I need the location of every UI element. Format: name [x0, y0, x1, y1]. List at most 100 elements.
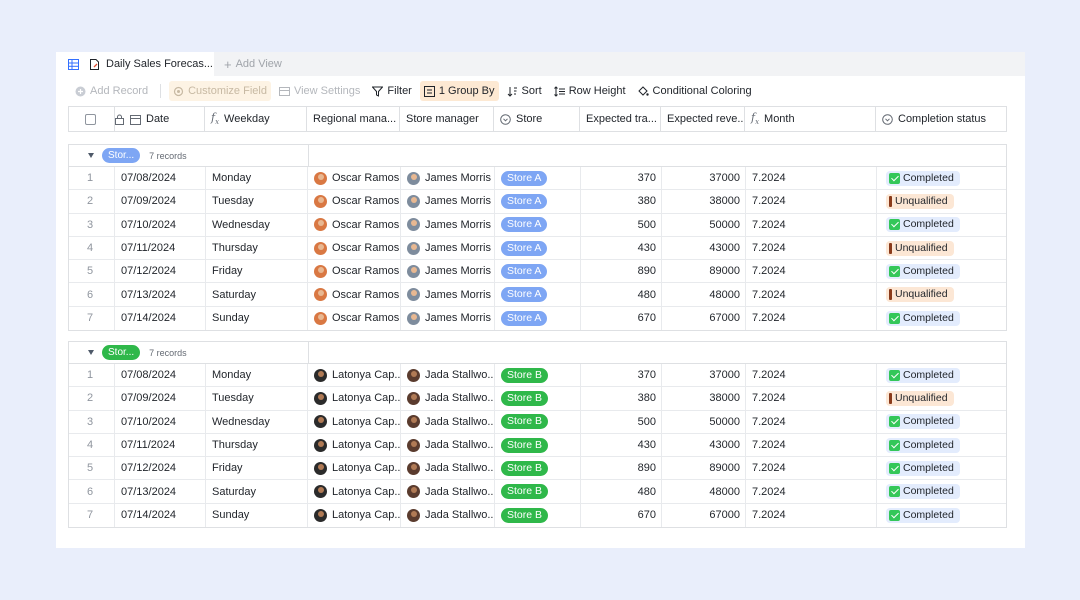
- expected-traffic-cell[interactable]: 500: [581, 213, 662, 236]
- completion-status-cell[interactable]: Completed: [877, 167, 1006, 189]
- table-row[interactable]: 1 07/08/2024 Monday Oscar Ramos James Mo…: [69, 167, 1006, 191]
- weekday-cell[interactable]: Tuesday: [206, 387, 308, 410]
- weekday-cell[interactable]: Sunday: [206, 503, 308, 528]
- table-row[interactable]: 6 07/13/2024 Saturday Oscar Ramos James …: [69, 283, 1006, 307]
- row-height-button[interactable]: Row Height: [550, 81, 630, 101]
- store-cell[interactable]: Store A: [495, 306, 581, 331]
- expected-revenue-cell[interactable]: 50000: [662, 213, 746, 236]
- table-row[interactable]: 5 07/12/2024 Friday Latonya Cap... Jada …: [69, 457, 1006, 481]
- month-cell[interactable]: 7.2024: [746, 283, 877, 306]
- date-cell[interactable]: 07/14/2024: [115, 306, 206, 331]
- month-cell[interactable]: 7.2024: [746, 503, 877, 528]
- expected-revenue-cell[interactable]: 67000: [662, 503, 746, 528]
- column-header-regional-manager[interactable]: Regional mana...: [307, 107, 400, 131]
- store-manager-cell[interactable]: Jada Stallwo...: [401, 364, 495, 387]
- column-header-expected-traffic[interactable]: Expected tra...: [580, 107, 661, 131]
- expected-traffic-cell[interactable]: 430: [581, 236, 662, 260]
- completion-status-cell[interactable]: Completed: [877, 434, 1006, 456]
- caret-down-icon[interactable]: [88, 350, 94, 355]
- completion-status-cell[interactable]: Unqualified: [877, 387, 1006, 409]
- expected-revenue-cell[interactable]: 50000: [662, 410, 746, 433]
- table-row[interactable]: 4 07/11/2024 Thursday Oscar Ramos James …: [69, 236, 1006, 261]
- expected-traffic-cell[interactable]: 670: [581, 503, 662, 528]
- date-cell[interactable]: 07/12/2024: [115, 260, 206, 283]
- weekday-cell[interactable]: Tuesday: [206, 190, 308, 213]
- regional-manager-cell[interactable]: Oscar Ramos: [308, 213, 401, 236]
- group-header[interactable]: Stor... 7 records: [69, 145, 1006, 167]
- month-cell[interactable]: 7.2024: [746, 236, 877, 260]
- date-cell[interactable]: 07/09/2024: [115, 190, 206, 213]
- expected-revenue-cell[interactable]: 89000: [662, 457, 746, 480]
- column-header-store-manager[interactable]: Store manager: [400, 107, 494, 131]
- table-row[interactable]: 5 07/12/2024 Friday Oscar Ramos James Mo…: [69, 260, 1006, 284]
- store-cell[interactable]: Store B: [495, 387, 581, 410]
- completion-status-cell[interactable]: Completed: [877, 307, 1006, 330]
- date-cell[interactable]: 07/13/2024: [115, 283, 206, 306]
- table-row[interactable]: 1 07/08/2024 Monday Latonya Cap... Jada …: [69, 364, 1006, 388]
- expected-traffic-cell[interactable]: 890: [581, 260, 662, 283]
- regional-manager-cell[interactable]: Latonya Cap...: [308, 503, 401, 528]
- column-header-month[interactable]: fx Month: [745, 107, 876, 131]
- month-cell[interactable]: 7.2024: [746, 190, 877, 213]
- month-cell[interactable]: 7.2024: [746, 410, 877, 433]
- expected-traffic-cell[interactable]: 670: [581, 306, 662, 331]
- store-cell[interactable]: Store B: [495, 457, 581, 480]
- expected-traffic-cell[interactable]: 890: [581, 457, 662, 480]
- store-cell[interactable]: Store B: [495, 410, 581, 433]
- store-manager-cell[interactable]: James Morris: [401, 236, 495, 260]
- regional-manager-cell[interactable]: Oscar Ramos: [308, 283, 401, 306]
- store-manager-cell[interactable]: Jada Stallwo...: [401, 410, 495, 433]
- regional-manager-cell[interactable]: Latonya Cap...: [308, 364, 401, 387]
- completion-status-cell[interactable]: Unqualified: [877, 190, 1006, 212]
- store-cell[interactable]: Store B: [495, 433, 581, 457]
- month-cell[interactable]: 7.2024: [746, 457, 877, 480]
- store-manager-cell[interactable]: Jada Stallwo...: [401, 480, 495, 503]
- expected-revenue-cell[interactable]: 37000: [662, 167, 746, 190]
- date-cell[interactable]: 07/09/2024: [115, 387, 206, 410]
- select-all-checkbox[interactable]: [85, 113, 96, 125]
- regional-manager-cell[interactable]: Oscar Ramos: [308, 236, 401, 260]
- month-cell[interactable]: 7.2024: [746, 167, 877, 190]
- expected-revenue-cell[interactable]: 89000: [662, 260, 746, 283]
- store-cell[interactable]: Store A: [495, 213, 581, 236]
- table-row[interactable]: 3 07/10/2024 Wednesday Latonya Cap... Ja…: [69, 410, 1006, 434]
- store-cell[interactable]: Store B: [495, 503, 581, 528]
- column-header-store[interactable]: Store: [494, 107, 580, 131]
- completion-status-cell[interactable]: Completed: [877, 214, 1006, 236]
- expected-traffic-cell[interactable]: 480: [581, 283, 662, 306]
- table-row[interactable]: 3 07/10/2024 Wednesday Oscar Ramos James…: [69, 213, 1006, 237]
- store-manager-cell[interactable]: Jada Stallwo...: [401, 387, 495, 410]
- store-manager-cell[interactable]: James Morris: [401, 283, 495, 306]
- table-row[interactable]: 2 07/09/2024 Tuesday Latonya Cap... Jada…: [69, 387, 1006, 411]
- completion-status-cell[interactable]: Completed: [877, 411, 1006, 433]
- date-cell[interactable]: 07/10/2024: [115, 410, 206, 433]
- regional-manager-cell[interactable]: Latonya Cap...: [308, 457, 401, 480]
- tab-daily-sales-forecast[interactable]: Daily Sales Forecas...: [56, 52, 214, 76]
- store-cell[interactable]: Store A: [495, 283, 581, 306]
- store-cell[interactable]: Store A: [495, 190, 581, 213]
- table-row[interactable]: 4 07/11/2024 Thursday Latonya Cap... Jad…: [69, 433, 1006, 458]
- table-row[interactable]: 7 07/14/2024 Sunday Latonya Cap... Jada …: [69, 503, 1006, 528]
- weekday-cell[interactable]: Saturday: [206, 480, 308, 503]
- table-row[interactable]: 6 07/13/2024 Saturday Latonya Cap... Jad…: [69, 480, 1006, 504]
- filter-button[interactable]: Filter: [368, 81, 415, 101]
- view-settings-button[interactable]: View Settings: [275, 81, 364, 101]
- date-cell[interactable]: 07/12/2024: [115, 457, 206, 480]
- date-cell[interactable]: 07/14/2024: [115, 503, 206, 528]
- store-cell[interactable]: Store A: [495, 236, 581, 260]
- regional-manager-cell[interactable]: Latonya Cap...: [308, 387, 401, 410]
- store-cell[interactable]: Store B: [495, 480, 581, 503]
- regional-manager-cell[interactable]: Oscar Ramos: [308, 190, 401, 213]
- weekday-cell[interactable]: Friday: [206, 457, 308, 480]
- regional-manager-cell[interactable]: Oscar Ramos: [308, 167, 401, 190]
- caret-down-icon[interactable]: [88, 153, 94, 158]
- expected-revenue-cell[interactable]: 43000: [662, 236, 746, 260]
- date-cell[interactable]: 07/08/2024: [115, 364, 206, 387]
- date-cell[interactable]: 07/08/2024: [115, 167, 206, 190]
- expected-revenue-cell[interactable]: 38000: [662, 190, 746, 213]
- date-cell[interactable]: 07/11/2024: [115, 433, 206, 457]
- expected-traffic-cell[interactable]: 430: [581, 433, 662, 457]
- expected-revenue-cell[interactable]: 48000: [662, 283, 746, 306]
- add-view-button[interactable]: + Add View: [224, 52, 282, 76]
- month-cell[interactable]: 7.2024: [746, 213, 877, 236]
